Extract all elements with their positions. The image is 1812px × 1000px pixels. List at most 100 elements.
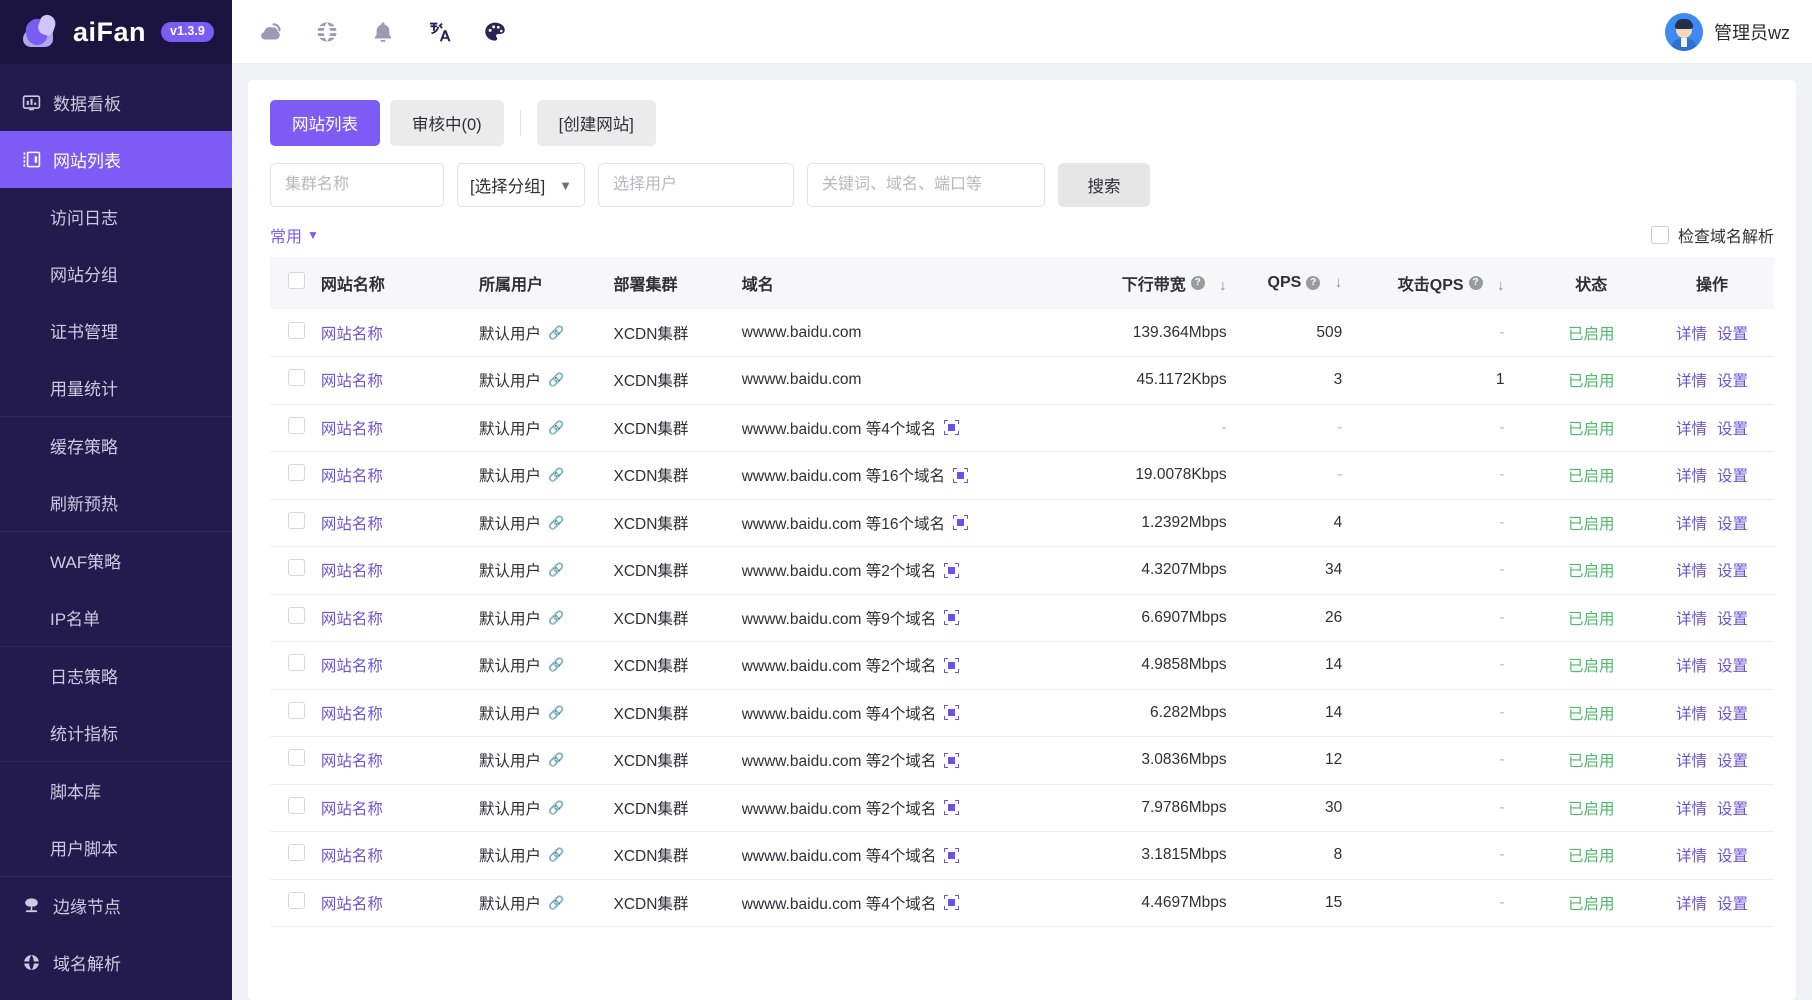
sidebar-item-1[interactable]: 网站列表 — [0, 131, 232, 188]
link-icon[interactable]: 🔗 — [548, 325, 564, 341]
table-row[interactable]: 网站名称默认用户🔗XCDN集群wwww.baidu.com45.1172Kbps… — [270, 357, 1774, 405]
table-row[interactable]: 网站名称默认用户🔗XCDN集群wwww.baidu.com139.364Mbps… — [270, 309, 1774, 357]
help-icon[interactable]: ? — [1306, 276, 1320, 290]
row-detail-link[interactable]: 详情 — [1676, 468, 1707, 485]
row-checkbox-icon[interactable] — [288, 607, 305, 624]
sort-attack-qps-icon[interactable]: ↓ — [1487, 277, 1505, 294]
sidebar-item-7[interactable]: 刷新预热 — [0, 474, 232, 531]
link-icon[interactable]: 🔗 — [548, 420, 564, 436]
header-select-all[interactable] — [270, 257, 315, 309]
row-detail-link[interactable]: 详情 — [1676, 753, 1707, 770]
table-row[interactable]: 网站名称默认用户🔗XCDN集群wwww.baidu.com 等4个域名6.282… — [270, 689, 1774, 737]
row-detail-link[interactable]: 详情 — [1676, 421, 1707, 438]
row-detail-link[interactable]: 详情 — [1676, 611, 1707, 628]
table-row[interactable]: 网站名称默认用户🔗XCDN集群wwww.baidu.com 等2个域名3.083… — [270, 737, 1774, 785]
row-detail-link[interactable]: 详情 — [1676, 373, 1707, 390]
sidebar-item-9[interactable]: IP名单 — [0, 589, 232, 646]
row-checkbox-icon[interactable] — [288, 464, 305, 481]
row-checkbox-icon[interactable] — [288, 512, 305, 529]
row-detail-link[interactable]: 详情 — [1676, 896, 1707, 913]
table-row[interactable]: 网站名称默认用户🔗XCDN集群wwww.baidu.com 等16个域名19.0… — [270, 452, 1774, 500]
row-website-name[interactable]: 网站名称 — [315, 404, 473, 452]
row-select-cell[interactable] — [270, 547, 315, 595]
row-website-name[interactable]: 网站名称 — [315, 642, 473, 690]
expand-domains-icon[interactable] — [944, 705, 959, 720]
sidebar-item-0[interactable]: 数据看板 — [0, 74, 232, 131]
row-checkbox-icon[interactable] — [288, 654, 305, 671]
link-icon[interactable]: 🔗 — [548, 705, 564, 721]
table-row[interactable]: 网站名称默认用户🔗XCDN集群wwww.baidu.com 等4个域名3.181… — [270, 832, 1774, 880]
row-settings-link[interactable]: 设置 — [1717, 896, 1748, 913]
row-checkbox-icon[interactable] — [288, 702, 305, 719]
table-row[interactable]: 网站名称默认用户🔗XCDN集群wwww.baidu.com 等2个域名4.320… — [270, 547, 1774, 595]
sidebar-item-4[interactable]: 证书管理 — [0, 302, 232, 359]
row-website-name[interactable]: 网站名称 — [315, 499, 473, 547]
row-detail-link[interactable]: 详情 — [1676, 516, 1707, 533]
row-select-cell[interactable] — [270, 594, 315, 642]
translate-icon[interactable] — [426, 19, 452, 45]
sidebar-item-3[interactable]: 网站分组 — [0, 245, 232, 302]
group-select[interactable]: [选择分组] ▼ — [457, 163, 585, 207]
expand-domains-icon[interactable] — [944, 420, 959, 435]
row-checkbox-icon[interactable] — [288, 559, 305, 576]
expand-domains-icon[interactable] — [953, 515, 968, 530]
link-icon[interactable]: 🔗 — [548, 515, 564, 531]
table-row[interactable]: 网站名称默认用户🔗XCDN集群wwww.baidu.com 等4个域名4.469… — [270, 879, 1774, 927]
expand-domains-icon[interactable] — [944, 800, 959, 815]
row-select-cell[interactable] — [270, 832, 315, 880]
tab-0[interactable]: 网站列表 — [270, 100, 380, 146]
link-icon[interactable]: 🔗 — [548, 562, 564, 578]
row-website-name[interactable]: 网站名称 — [315, 357, 473, 405]
row-website-name[interactable]: 网站名称 — [315, 547, 473, 595]
user-select-input[interactable] — [598, 163, 794, 207]
sidebar-item-10[interactable]: 日志策略 — [0, 647, 232, 704]
row-checkbox-icon[interactable] — [288, 749, 305, 766]
row-checkbox-icon[interactable] — [288, 844, 305, 861]
row-checkbox-icon[interactable] — [288, 369, 305, 386]
row-checkbox-icon[interactable] — [288, 322, 305, 339]
help-icon[interactable]: ? — [1191, 276, 1205, 290]
row-settings-link[interactable]: 设置 — [1717, 373, 1748, 390]
cluster-name-input[interactable] — [270, 163, 444, 207]
row-detail-link[interactable]: 详情 — [1676, 658, 1707, 675]
sidebar-item-11[interactable]: 统计指标 — [0, 704, 232, 761]
row-settings-link[interactable]: 设置 — [1717, 848, 1748, 865]
expand-domains-icon[interactable] — [944, 658, 959, 673]
link-icon[interactable]: 🔗 — [548, 895, 564, 911]
checkbox-icon[interactable] — [1651, 226, 1669, 244]
sidebar-item-8[interactable]: WAF策略 — [0, 532, 232, 589]
table-row[interactable]: 网站名称默认用户🔗XCDN集群wwww.baidu.com 等16个域名1.23… — [270, 499, 1774, 547]
row-website-name[interactable]: 网站名称 — [315, 452, 473, 500]
row-website-name[interactable]: 网站名称 — [315, 689, 473, 737]
palette-icon[interactable] — [482, 19, 508, 45]
sidebar-item-15[interactable]: 域名解析 — [0, 934, 232, 991]
expand-domains-icon[interactable] — [944, 563, 959, 578]
row-settings-link[interactable]: 设置 — [1717, 611, 1748, 628]
link-icon[interactable]: 🔗 — [548, 372, 564, 388]
row-settings-link[interactable]: 设置 — [1717, 563, 1748, 580]
row-settings-link[interactable]: 设置 — [1717, 658, 1748, 675]
sidebar-item-13[interactable]: 用户脚本 — [0, 819, 232, 876]
sort-qps-icon[interactable]: ↓ — [1325, 274, 1343, 291]
expand-domains-icon[interactable] — [944, 753, 959, 768]
row-select-cell[interactable] — [270, 499, 315, 547]
row-settings-link[interactable]: 设置 — [1717, 753, 1748, 770]
table-row[interactable]: 网站名称默认用户🔗XCDN集群wwww.baidu.com 等2个域名4.985… — [270, 642, 1774, 690]
row-website-name[interactable]: 网站名称 — [315, 879, 473, 927]
row-checkbox-icon[interactable] — [288, 797, 305, 814]
row-select-cell[interactable] — [270, 879, 315, 927]
sidebar-item-2[interactable]: 访问日志 — [0, 188, 232, 245]
row-website-name[interactable]: 网站名称 — [315, 737, 473, 785]
bell-icon[interactable] — [370, 19, 396, 45]
help-icon[interactable]: ? — [1469, 276, 1483, 290]
sidebar-item-12[interactable]: 脚本库 — [0, 762, 232, 819]
row-select-cell[interactable] — [270, 452, 315, 500]
link-icon[interactable]: 🔗 — [548, 847, 564, 863]
row-select-cell[interactable] — [270, 642, 315, 690]
tab-1[interactable]: 审核中(0) — [390, 100, 504, 146]
check-domain-resolve-toggle[interactable]: 检查域名解析 — [1651, 223, 1774, 247]
link-icon[interactable]: 🔗 — [548, 800, 564, 816]
row-detail-link[interactable]: 详情 — [1676, 801, 1707, 818]
sort-bandwidth-icon[interactable]: ↓ — [1209, 277, 1227, 294]
sidebar-item-5[interactable]: 用量统计 — [0, 359, 232, 416]
